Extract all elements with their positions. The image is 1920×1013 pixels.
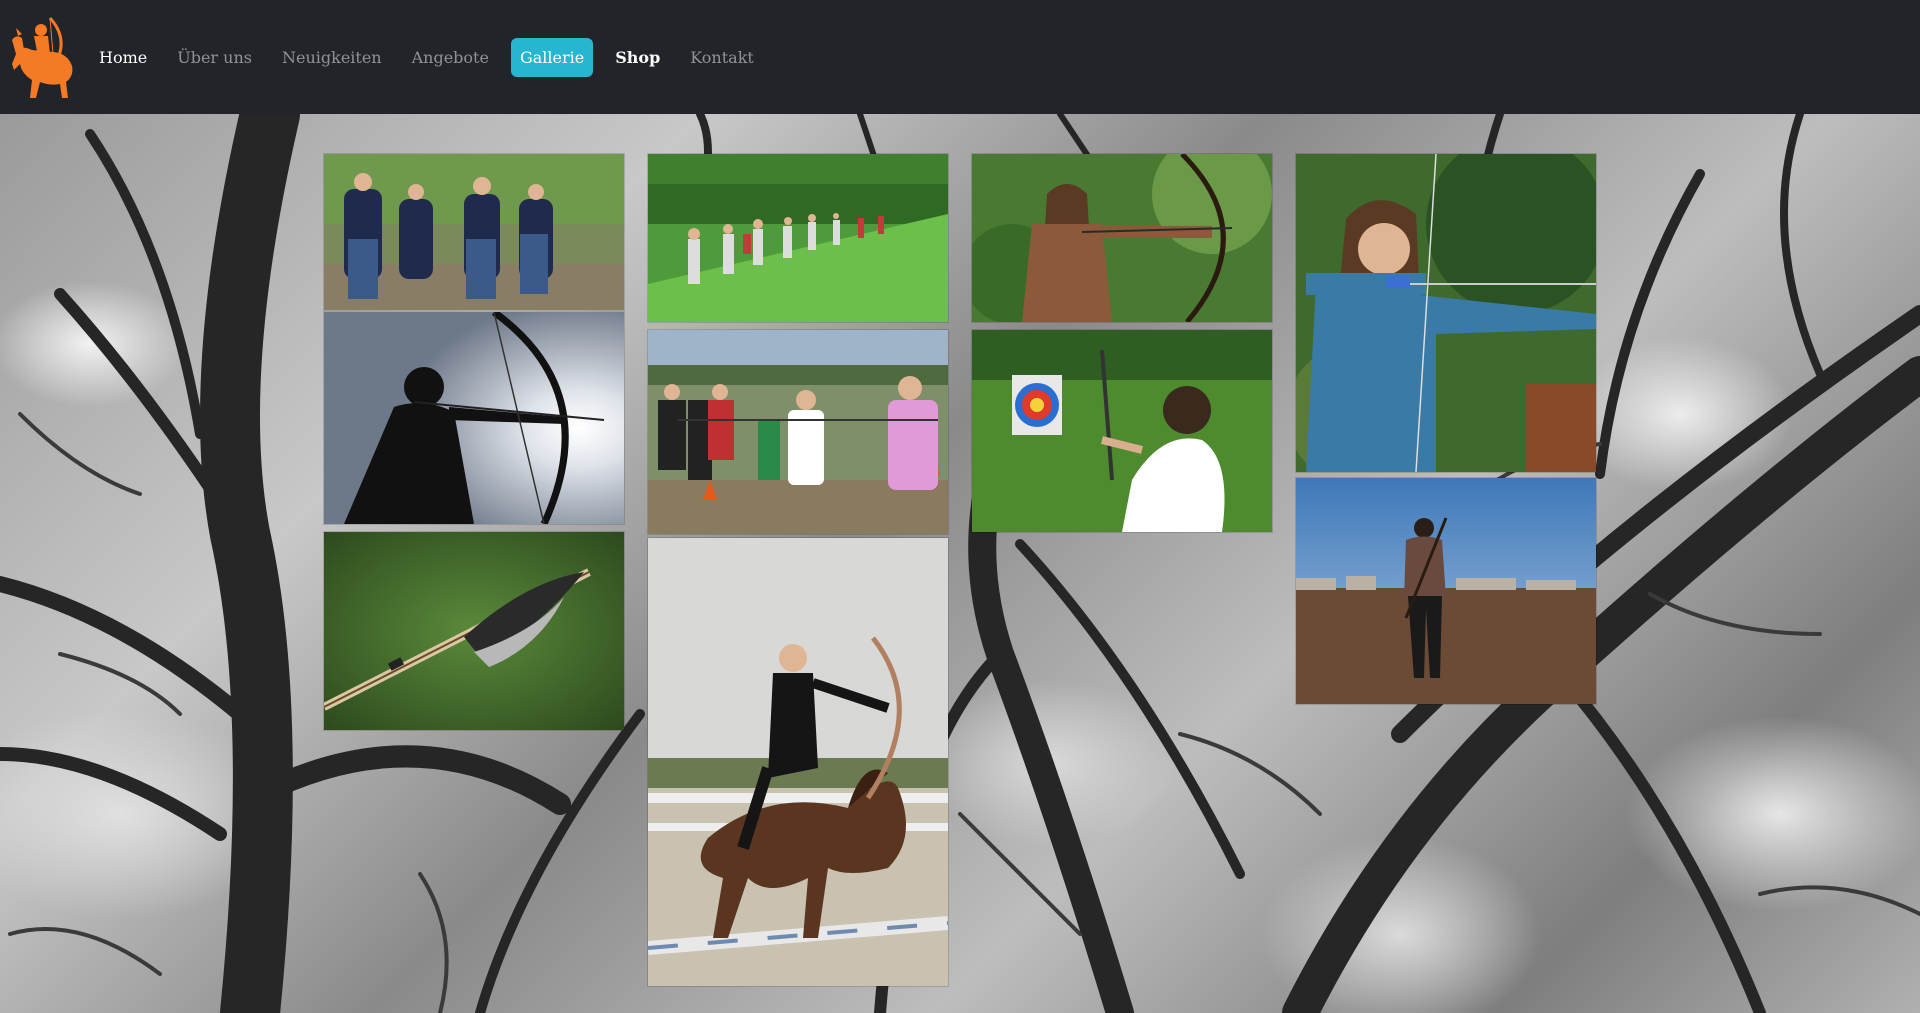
nav-angebote[interactable]: Angebote: [398, 38, 503, 77]
photo-group-archers-field[interactable]: [324, 154, 624, 310]
nav-neuigkeiten[interactable]: Neuigkeiten: [268, 38, 396, 77]
photo-gallery: [324, 154, 1596, 994]
nav-ueber-uns[interactable]: Über uns: [163, 38, 266, 77]
photo-girl-archer-blue-shirt[interactable]: [1296, 154, 1596, 472]
photo-silhouette-archer-sun[interactable]: [324, 312, 624, 524]
photo-archery-class-cones[interactable]: [648, 330, 948, 534]
nav-gallerie[interactable]: Gallerie: [510, 37, 594, 77]
photo-archer-target-field[interactable]: [972, 330, 1272, 532]
photo-archery-line-park[interactable]: [648, 154, 948, 322]
nav-kontakt[interactable]: Kontakt: [676, 38, 768, 77]
nav-shop[interactable]: Shop: [601, 38, 674, 77]
photo-arrow-fletching[interactable]: [324, 532, 624, 730]
photo-archer-walking-field[interactable]: [1296, 478, 1596, 704]
horse-archer-logo-icon[interactable]: [10, 10, 78, 102]
photo-horseback-archer-jump[interactable]: [648, 538, 948, 986]
nav-home[interactable]: Home: [85, 38, 161, 77]
main-menu: Home Über uns Neuigkeiten Angebote Galle…: [85, 37, 768, 77]
photo-woman-archer-forest[interactable]: [972, 154, 1272, 322]
top-navbar: Home Über uns Neuigkeiten Angebote Galle…: [0, 0, 1920, 114]
